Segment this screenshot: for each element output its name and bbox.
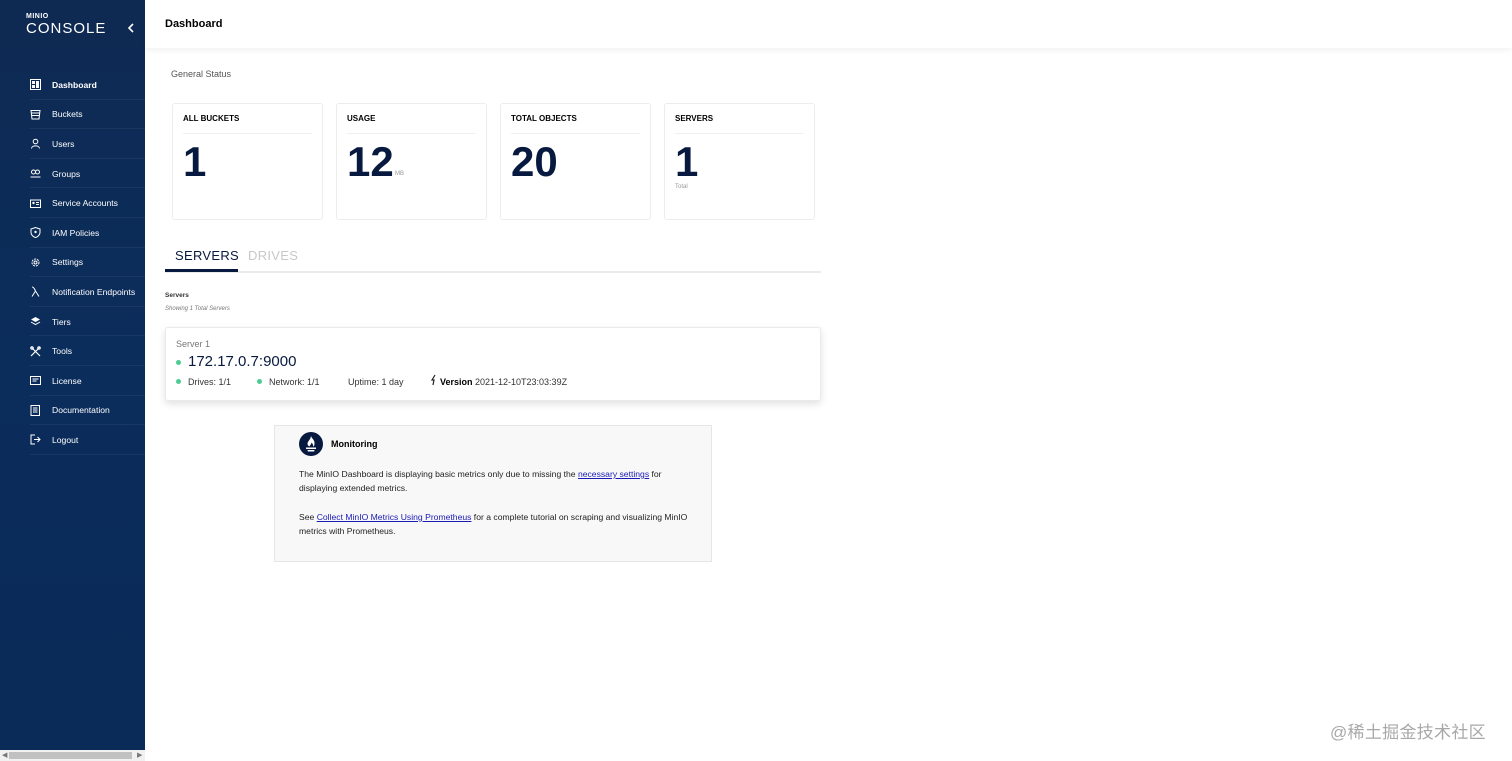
collapse-sidebar-chevron-left-icon[interactable] [126,22,136,34]
divider [675,133,804,134]
stat-card-title: SERVERS [675,114,714,123]
sidebar-item-label: Users [52,138,75,149]
service-accounts-icon [30,198,41,209]
server-drive-tabs: SERVERS DRIVES [165,245,821,273]
monitoring-text: See [299,512,317,522]
documentation-icon [30,404,41,416]
sidebar-item-label: IAM Policies [52,227,100,238]
monitoring-info-box: Monitoring The MinIO Dashboard is displa… [274,425,712,562]
stat-card-servers: SERVERS 1 Total [664,103,815,220]
stat-card-value: 1 [675,138,699,185]
tab-drives[interactable]: DRIVES [248,248,298,263]
sidebar-item-label: Buckets [52,109,83,120]
servers-count-text: Showing 1 Total Servers [165,306,230,312]
divider [183,133,312,134]
tools-icon [30,345,41,357]
network-status-dot-icon [257,379,262,384]
tab-servers[interactable]: SERVERS [175,248,239,263]
sidebar-nav: Dashboard Buckets Users Groups Service A… [0,70,145,455]
server-card[interactable]: Server 1 172.17.0.7:9000 Drives: 1/1 Net… [165,327,821,401]
sidebar-item-notification-endpoints[interactable]: Notification Endpoints [0,277,145,307]
stat-card-unit: MB [395,171,404,177]
sidebar-item-documentation[interactable]: Documentation [0,396,145,426]
lambda-icon [30,286,41,298]
groups-icon [30,168,41,179]
sidebar-item-settings[interactable]: Settings [0,248,145,278]
server-network: Network: 1/1 [269,377,320,387]
necessary-settings-link[interactable]: necessary settings [578,469,649,479]
general-status-label: General Status [171,69,232,79]
divider [347,133,476,134]
server-version-label: Version [440,377,473,387]
servers-heading: Servers [165,292,189,299]
logo-brand-name: CONSOLE [26,20,107,37]
monitoring-paragraph-2: See Collect MinIO Metrics Using Promethe… [299,510,699,538]
scroll-left-arrow-icon[interactable]: ◀ [2,751,7,759]
stat-card-value: 1 [183,138,207,185]
bucket-icon [30,109,41,120]
sidebar-item-buckets[interactable]: Buckets [0,100,145,130]
shield-icon [30,227,41,239]
sidebar-item-groups[interactable]: Groups [0,159,145,189]
page-header: Dashboard [145,0,1512,48]
stat-card-title: USAGE [347,114,376,123]
divider [511,133,640,134]
license-icon [30,375,41,386]
user-icon [30,138,41,150]
sidebar-item-iam-policies[interactable]: IAM Policies [0,218,145,248]
stat-card-value: 20 [511,138,558,185]
server-name: Server 1 [176,339,211,349]
stat-card-unit: Total [675,184,688,190]
logout-icon [30,434,41,445]
stat-card-value: 12 [347,138,394,185]
dashboard-icon [30,79,41,91]
sidebar-item-label: Settings [52,257,84,268]
sidebar-item-label: Tools [52,346,73,357]
active-tab-indicator [165,269,238,272]
stat-card-total-objects: TOTAL OBJECTS 20 [500,103,651,220]
version-icon [430,374,438,388]
stat-card-all-buckets: ALL BUCKETS 1 [172,103,323,220]
sidebar-item-label: Service Accounts [52,198,118,209]
prometheus-tutorial-link[interactable]: Collect MinIO Metrics Using Prometheus [317,512,472,522]
sidebar-item-label: Tiers [52,316,71,327]
server-drives: Drives: 1/1 [188,377,232,387]
page-title: Dashboard [165,18,223,30]
sidebar-item-label: Groups [52,168,81,179]
monitoring-text: The MinIO Dashboard is displaying basic … [299,469,578,479]
layers-icon [30,316,41,327]
drives-status-dot-icon [176,379,181,384]
sidebar-horizontal-scrollbar[interactable]: ◀ ▶ [0,750,145,761]
scroll-right-arrow-icon[interactable]: ▶ [137,751,142,759]
sidebar-item-label: Dashboard [52,79,97,90]
scrollbar-thumb[interactable] [9,752,132,759]
sidebar-item-tools[interactable]: Tools [0,336,145,366]
watermark: @稀土掘金技术社区 [1330,723,1486,742]
stat-card-title: TOTAL OBJECTS [511,114,577,123]
server-endpoint: 172.17.0.7:9000 [188,353,297,370]
sidebar-item-tiers[interactable]: Tiers [0,307,145,337]
gear-icon [30,257,41,268]
sidebar-item-dashboard[interactable]: Dashboard [0,70,145,100]
prometheus-icon [299,432,323,456]
sidebar-item-label: License [52,375,82,386]
sidebar-item-label: Notification Endpoints [52,286,136,297]
sidebar-item-license[interactable]: License [0,366,145,396]
stat-card-title: ALL BUCKETS [183,114,240,123]
sidebar-item-label: Logout [52,434,79,445]
monitoring-paragraph-1: The MinIO Dashboard is displaying basic … [299,467,699,495]
sidebar-item-label: Documentation [52,405,110,416]
sidebar: MINIO CONSOLE Dashboard Buckets Users Gr… [0,0,145,750]
monitoring-title: Monitoring [331,439,378,449]
server-version: 2021-12-10T23:03:39Z [475,377,568,387]
minio-console-logo[interactable]: MINIO CONSOLE [26,13,106,36]
server-uptime: Uptime: 1 day [348,377,404,387]
sidebar-item-logout[interactable]: Logout [0,425,145,455]
stat-card-usage: USAGE 12 MB [336,103,487,220]
server-online-status-dot-icon [176,360,181,365]
sidebar-item-users[interactable]: Users [0,129,145,159]
sidebar-item-service-accounts[interactable]: Service Accounts [0,188,145,218]
